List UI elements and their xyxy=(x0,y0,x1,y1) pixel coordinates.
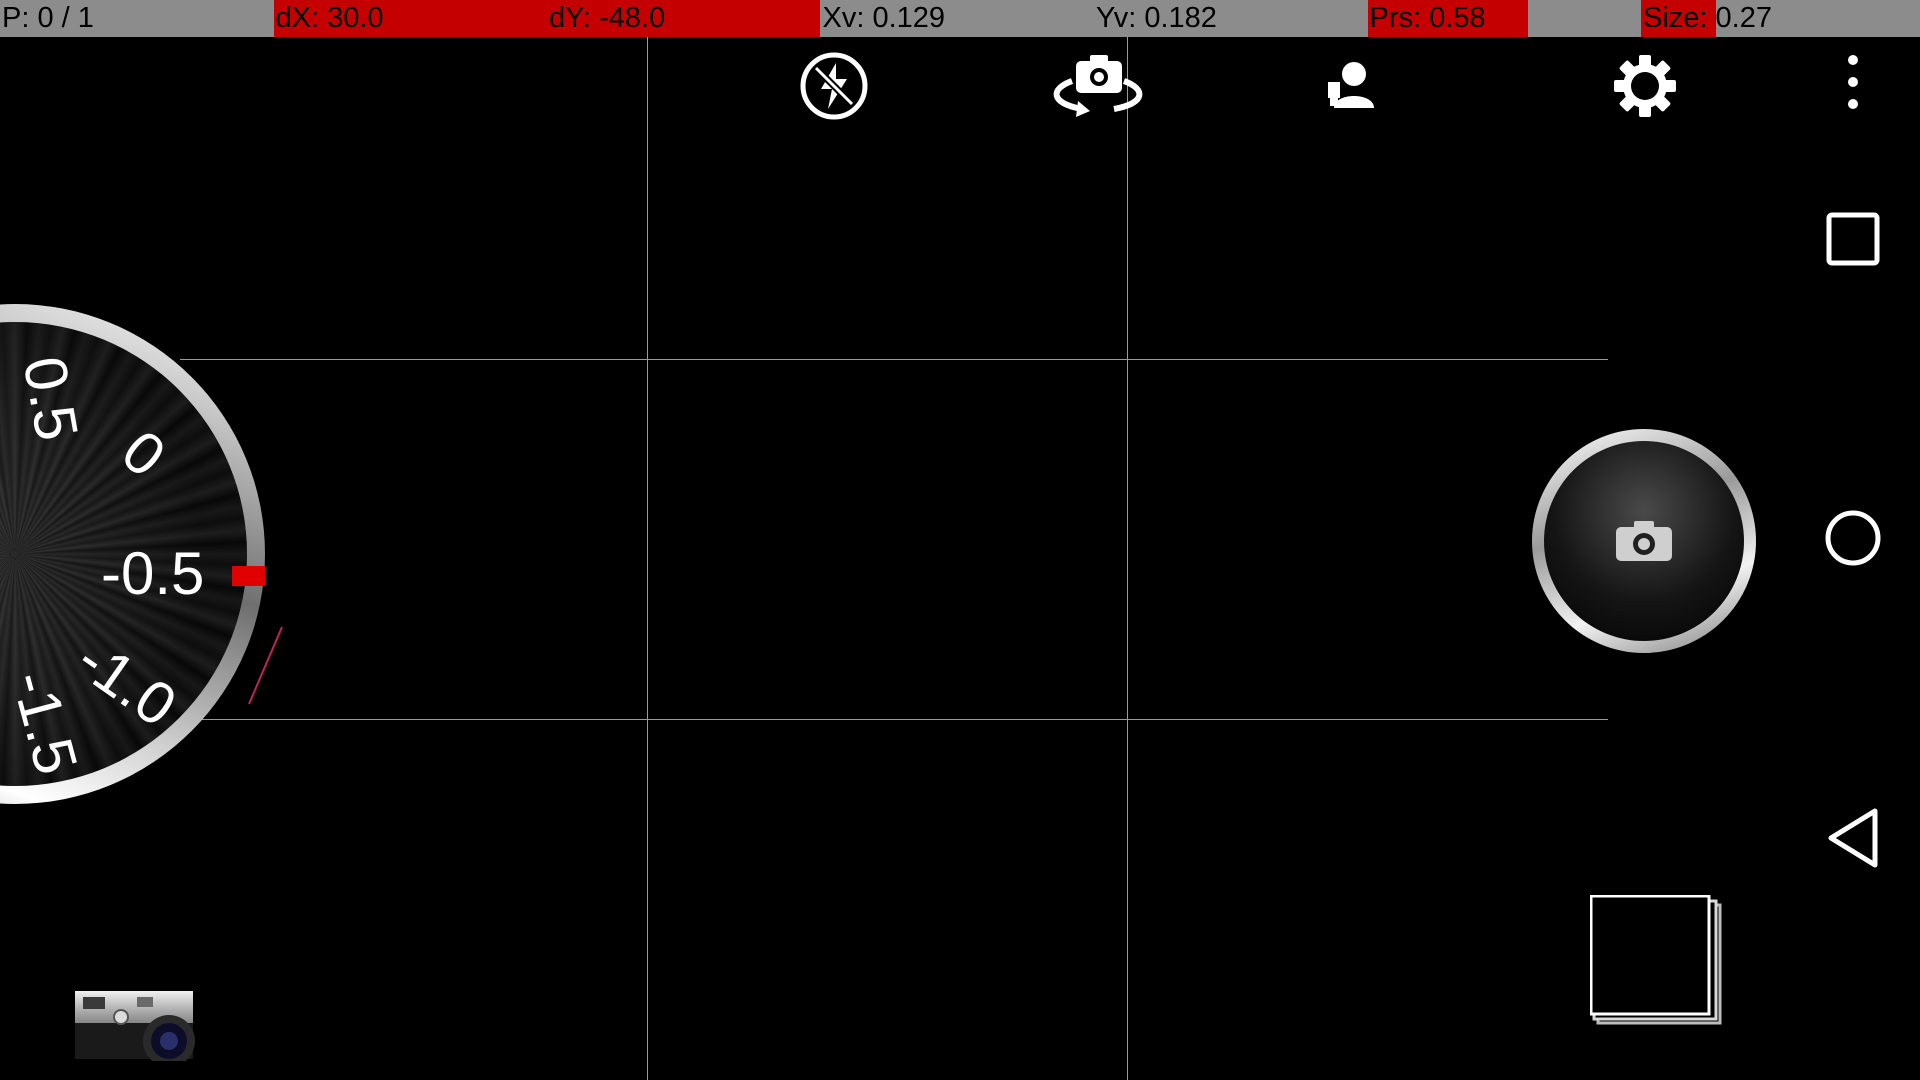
camera-viewfinder[interactable]: 0.5 0 -0.5 -1.0 -1.5 xyxy=(0,37,1785,1080)
scene-mode-button[interactable] xyxy=(1320,51,1384,121)
exposure-dial-marker xyxy=(232,566,265,586)
gear-icon xyxy=(1614,55,1676,117)
debug-cell-dx: dX: 30.0 xyxy=(273,0,548,37)
exposure-dial[interactable]: 0.5 0 -0.5 -1.0 -1.5 xyxy=(0,304,265,804)
ev-label-selected: -0.5 xyxy=(101,540,205,607)
rangefinder-camera-icon xyxy=(75,991,195,1067)
camera-mode-thumbnail[interactable] xyxy=(73,983,195,1067)
recents-square-icon xyxy=(1826,212,1879,266)
flash-off-icon xyxy=(800,52,868,120)
pointer-count-text: P: 0 / 1 xyxy=(2,2,94,34)
debug-cell-pressure: Prs: 0.58 xyxy=(1367,0,1642,37)
recents-button[interactable] xyxy=(1785,204,1920,274)
home-button[interactable] xyxy=(1785,503,1920,573)
gallery-preview-button[interactable] xyxy=(1589,894,1725,1030)
debug-cell-dy: dY: -48.0 xyxy=(547,0,821,37)
grid-line-horizontal-top xyxy=(180,359,1608,360)
camera-icon xyxy=(1616,521,1672,561)
switch-camera-button[interactable] xyxy=(1040,51,1155,121)
pressure-text: Prs: 0.58 xyxy=(1369,2,1486,34)
grid-line-vertical-right xyxy=(1127,37,1128,1080)
shutter-button-face xyxy=(1544,441,1744,641)
overflow-menu-button[interactable] xyxy=(1785,52,1920,112)
ev-label: 0.5 xyxy=(10,351,91,446)
grid-line-horizontal-bottom xyxy=(180,719,1608,720)
gallery-stack-icon xyxy=(1589,894,1722,1025)
size-text: Size: 0.27 xyxy=(1643,2,1772,34)
home-circle-icon xyxy=(1825,510,1880,566)
switch-camera-icon xyxy=(1053,55,1142,117)
debug-cell-pointers: P: 0 / 1 xyxy=(0,0,274,37)
dx-text: dX: 30.0 xyxy=(275,2,384,34)
xv-text: Xv: 0.129 xyxy=(822,2,946,34)
shutter-button[interactable] xyxy=(1532,429,1756,653)
grid-line-vertical-left xyxy=(647,37,648,1080)
back-button[interactable] xyxy=(1785,802,1920,874)
debug-cell-size: Size: 0.27 xyxy=(1641,0,1920,37)
settings-button[interactable] xyxy=(1610,51,1680,121)
pointer-location-bar: P: 0 / 1 dX: 30.0 dY: -48.0 Xv: 0.129 Yv… xyxy=(0,0,1920,37)
debug-cell-yv: Yv: 0.182 xyxy=(1094,0,1368,37)
dy-text: dY: -48.0 xyxy=(549,2,666,34)
portrait-mode-icon xyxy=(1328,62,1374,108)
back-triangle-icon xyxy=(1828,808,1877,868)
debug-cell-xv: Xv: 0.129 xyxy=(821,0,1095,37)
navigation-bar xyxy=(1785,37,1920,1080)
more-vert-icon xyxy=(1847,55,1858,109)
touch-trail xyxy=(248,626,283,705)
yv-text: Yv: 0.182 xyxy=(1096,2,1217,34)
flash-toggle-button[interactable] xyxy=(798,51,870,121)
